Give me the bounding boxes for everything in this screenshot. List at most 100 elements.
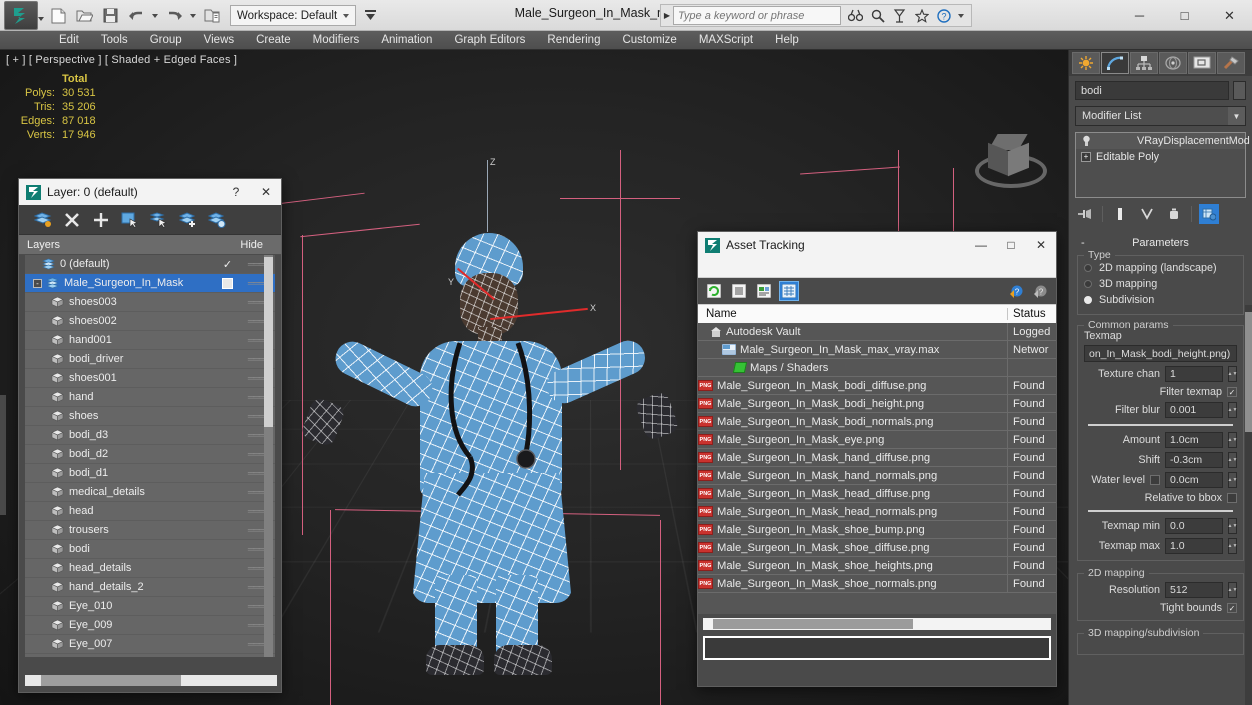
- layer-hide-check[interactable]: ✓: [222, 259, 233, 271]
- layer-row[interactable]: 0 (default) ✓ ═══: [25, 255, 275, 274]
- search-expand-caret-icon[interactable]: ▶: [661, 11, 673, 20]
- asset-window-titlebar[interactable]: Asset Tracking — □ ✕: [698, 232, 1056, 258]
- parameter-checkbox[interactable]: [1227, 493, 1237, 503]
- help-dropdown-caret[interactable]: [958, 13, 964, 18]
- menu-item-views[interactable]: Views: [193, 31, 245, 50]
- layer-row[interactable]: shoes003 ═══: [25, 293, 275, 312]
- layer-manager-window[interactable]: Layer: 0 (default) ? ✕ Layers Hide 0 (de…: [18, 178, 282, 693]
- set-project-icon[interactable]: [200, 3, 224, 28]
- parameter-value[interactable]: -0.3cm: [1165, 452, 1223, 468]
- open-icon[interactable]: [72, 3, 96, 28]
- layer-hide-checkbox[interactable]: [222, 277, 233, 289]
- asset-row[interactable]: PNG Male_Surgeon_In_Mask_eye.png Found: [698, 430, 1056, 449]
- spinner-icon[interactable]: ▲▼: [1228, 472, 1237, 488]
- layer-hide-blank[interactable]: [222, 335, 233, 346]
- layer-row[interactable]: bodi_d3 ═══: [25, 426, 275, 445]
- grid-view-icon[interactable]: [779, 281, 799, 301]
- asset-minimize-button[interactable]: —: [966, 232, 996, 258]
- parameter-value[interactable]: 0.001: [1165, 402, 1223, 418]
- save-icon[interactable]: [98, 3, 122, 28]
- configure-sets-icon[interactable]: [1199, 204, 1219, 224]
- spinner-icon[interactable]: ▲▼: [1228, 538, 1237, 554]
- layer-row[interactable]: hand ═══: [25, 388, 275, 407]
- layer-window-close-button[interactable]: ✕: [251, 179, 281, 205]
- layer-row[interactable]: - Male_Surgeon_In_Mask ═══: [25, 274, 275, 293]
- asset-row[interactable]: Autodesk Vault Logged: [698, 323, 1056, 341]
- help-arrow-icon[interactable]: ?: [1031, 282, 1049, 300]
- layer-hide-blank[interactable]: [222, 525, 233, 536]
- create-new-layer-icon[interactable]: [33, 210, 52, 229]
- layer-hide-blank[interactable]: [222, 544, 233, 555]
- type-radio-option[interactable]: Subdivision: [1084, 292, 1237, 308]
- parameter-checkbox[interactable]: [1150, 475, 1160, 485]
- asset-tracking-window[interactable]: Asset Tracking — □ ✕ ? ? Name Status Aut…: [697, 231, 1057, 687]
- light-bulb-icon[interactable]: [1081, 135, 1092, 147]
- select-highlighted-objects-icon[interactable]: [149, 210, 168, 229]
- layer-hide-blank[interactable]: [222, 392, 233, 403]
- hierarchy-tab-icon[interactable]: [1130, 52, 1158, 74]
- redo-dropdown-caret[interactable]: [190, 13, 196, 18]
- spinner-icon[interactable]: ▲▼: [1228, 518, 1237, 534]
- asset-maximize-button[interactable]: □: [996, 232, 1026, 258]
- menu-item-graph-editors[interactable]: Graph Editors: [443, 31, 536, 50]
- list-view-icon[interactable]: [730, 282, 748, 300]
- utilities-tab-icon[interactable]: [1217, 52, 1245, 74]
- menu-item-rendering[interactable]: Rendering: [536, 31, 611, 50]
- thumbnail-view-icon[interactable]: [755, 282, 773, 300]
- layer-row[interactable]: Eye_010 ═══: [25, 597, 275, 616]
- layer-row[interactable]: shoes002 ═══: [25, 312, 275, 331]
- asset-row[interactable]: PNG Male_Surgeon_In_Mask_hand_normals.png…: [698, 466, 1056, 485]
- refresh-icon[interactable]: [705, 282, 723, 300]
- menu-item-edit[interactable]: Edit: [48, 31, 90, 50]
- menu-item-create[interactable]: Create: [245, 31, 302, 50]
- parameter-value[interactable]: 1.0: [1165, 538, 1223, 554]
- asset-row[interactable]: PNG Male_Surgeon_In_Mask_shoe_bump.png Fou…: [698, 520, 1056, 539]
- binoculars-icon[interactable]: [846, 6, 865, 25]
- show-end-result-icon[interactable]: [1110, 204, 1130, 224]
- type-radio-option[interactable]: 2D mapping (landscape): [1084, 260, 1237, 276]
- workspace-selector[interactable]: Workspace: Default: [230, 5, 357, 26]
- modify-tab-icon[interactable]: [1101, 52, 1129, 74]
- create-tab-icon[interactable]: [1072, 52, 1100, 74]
- modifier-stack[interactable]: VRayDisplacementMod + Editable Poly: [1075, 132, 1250, 198]
- parameter-checkbox[interactable]: ✓: [1227, 603, 1237, 613]
- layer-list[interactable]: 0 (default) ✓ ═══ - Male_Surgeon_In_Mask ═══ s…: [25, 255, 275, 657]
- layer-expander-icon[interactable]: -: [33, 278, 42, 288]
- layer-hide-blank[interactable]: [222, 449, 233, 460]
- search-input[interactable]: [673, 6, 841, 25]
- asset-row[interactable]: PNG Male_Surgeon_In_Mask_head_diffuse.png…: [698, 484, 1056, 503]
- layer-row[interactable]: bodi ═══: [25, 540, 275, 559]
- layer-hide-blank[interactable]: [222, 430, 233, 441]
- spinner-icon[interactable]: ▲▼: [1228, 582, 1237, 598]
- capture-icon[interactable]: [890, 6, 909, 25]
- menu-item-customize[interactable]: Customize: [611, 31, 687, 50]
- add-to-layer-icon[interactable]: [178, 210, 197, 229]
- layer-hide-blank[interactable]: [222, 601, 233, 612]
- spinner-icon[interactable]: ▲▼: [1228, 366, 1237, 382]
- motion-tab-icon[interactable]: [1159, 52, 1187, 74]
- layer-row[interactable]: trousers ═══: [25, 521, 275, 540]
- modifier-list-dropdown[interactable]: Modifier List ▼: [1075, 106, 1246, 126]
- radio-icon[interactable]: [1084, 264, 1092, 272]
- spinner-icon[interactable]: ▲▼: [1228, 432, 1237, 448]
- layer-row[interactable]: hand_details_2 ═══: [25, 578, 275, 597]
- close-button[interactable]: ✕: [1207, 0, 1252, 31]
- layer-hide-blank[interactable]: [222, 411, 233, 422]
- layer-row[interactable]: bodi_d1 ═══: [25, 464, 275, 483]
- new-icon[interactable]: [46, 3, 70, 28]
- object-name-field[interactable]: [1075, 81, 1229, 100]
- asset-close-button[interactable]: ✕: [1026, 232, 1056, 258]
- layer-hide-blank[interactable]: [222, 297, 233, 308]
- modifier-stack-row[interactable]: + Editable Poly: [1076, 149, 1245, 165]
- asset-row[interactable]: PNG Male_Surgeon_In_Mask_shoe_heights.png…: [698, 556, 1056, 575]
- parameter-value[interactable]: 0.0: [1165, 518, 1223, 534]
- asset-row[interactable]: PNG Male_Surgeon_In_Mask_bodi_normals.png…: [698, 412, 1056, 431]
- layer-row[interactable]: head ═══: [25, 502, 275, 521]
- radio-icon[interactable]: [1084, 280, 1092, 288]
- parameter-value[interactable]: 0.0cm: [1165, 472, 1223, 488]
- layer-row[interactable]: shoes001 ═══: [25, 369, 275, 388]
- asset-hscroll-thumb[interactable]: [713, 619, 913, 629]
- parameter-value[interactable]: 512: [1165, 582, 1223, 598]
- delete-layer-icon[interactable]: [62, 210, 81, 229]
- radio-icon[interactable]: [1084, 296, 1092, 304]
